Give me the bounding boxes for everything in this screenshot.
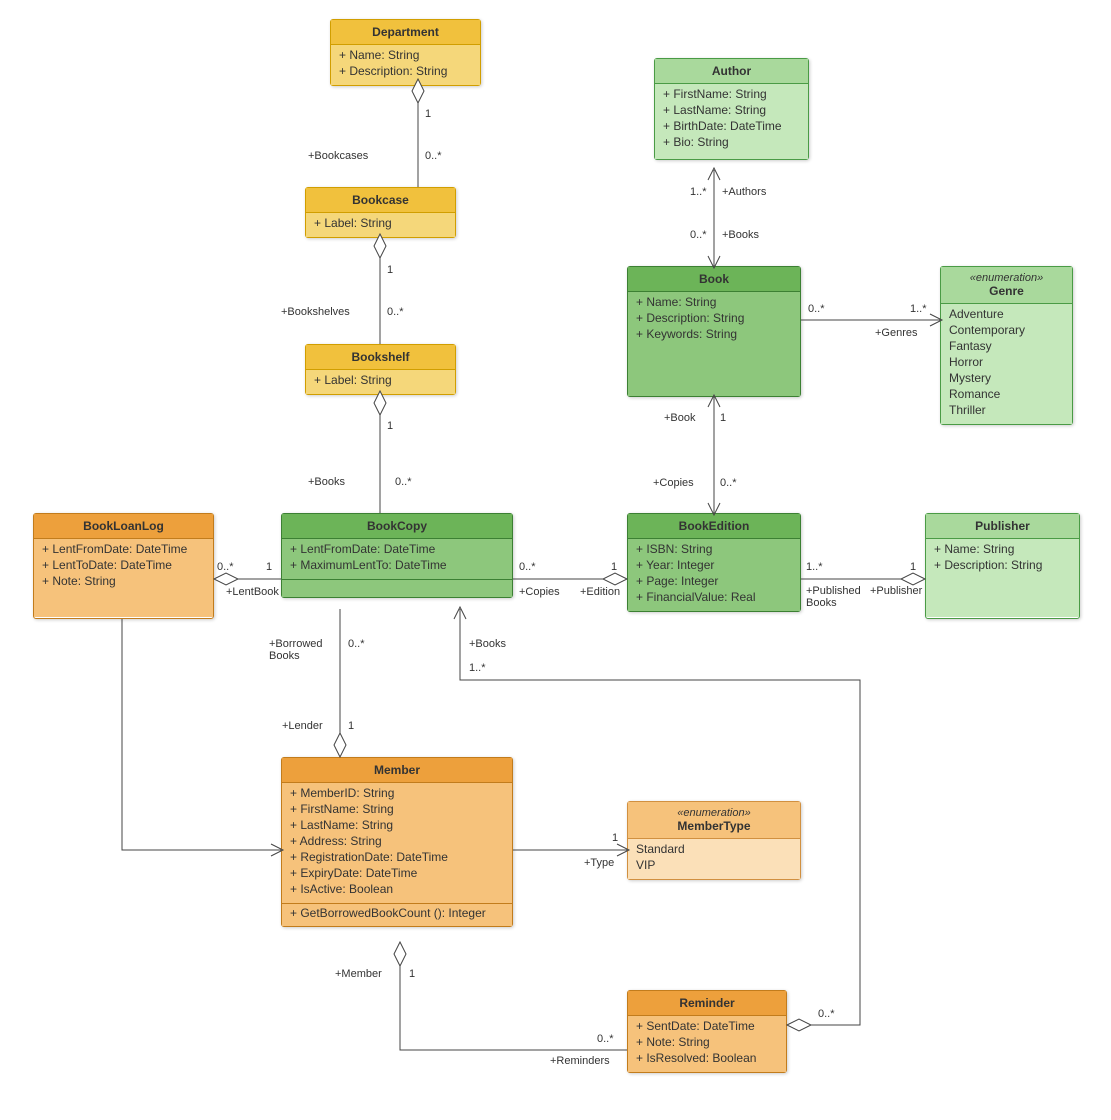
class-title: BookEdition [628, 514, 800, 539]
class-ops: + GetBorrowedBookCount (): Integer [282, 903, 512, 926]
role: +Books [308, 476, 345, 488]
mult: 0..* [818, 1008, 835, 1020]
role: +Reminders [550, 1055, 610, 1067]
class-body: + SentDate: DateTime + Note: String + Is… [628, 1016, 786, 1072]
class-book: Book + Name: String + Description: Strin… [627, 266, 801, 397]
mult: 0..* [597, 1033, 614, 1045]
mult: 0..* [720, 477, 737, 489]
mult: 1..* [469, 662, 486, 674]
role: +Borrowed Books [269, 638, 323, 662]
role: +Publisher [870, 585, 922, 597]
mult: 1..* [910, 303, 927, 315]
mult: 0..* [808, 303, 825, 315]
class-ops [282, 579, 512, 597]
role: +Bookshelves [281, 306, 350, 318]
class-title: Book [628, 267, 800, 292]
class-title: Author [655, 59, 808, 84]
class-body: + FirstName: String + LastName: String +… [655, 84, 808, 159]
class-body: + Label: String [306, 213, 455, 237]
role: +Bookcases [308, 150, 368, 162]
role: +Genres [875, 327, 918, 339]
class-bookcase: Bookcase + Label: String [305, 187, 456, 238]
mult: 1 [720, 412, 726, 424]
class-bookloanlog: BookLoanLog + LentFromDate: DateTime + L… [33, 513, 214, 619]
mult: 1 [409, 968, 415, 980]
class-member: Member + MemberID: String + FirstName: S… [281, 757, 513, 927]
class-publisher: Publisher + Name: String + Description: … [925, 513, 1080, 619]
mult: 0..* [348, 638, 365, 650]
role: +Books [722, 229, 759, 241]
mult: 0..* [395, 476, 412, 488]
class-author: Author + FirstName: String + LastName: S… [654, 58, 809, 160]
role: +Copies [519, 586, 560, 598]
class-membertype: «enumeration»MemberType Standard VIP [627, 801, 801, 880]
mult: 1 [387, 420, 393, 432]
class-title: Bookshelf [306, 345, 455, 370]
mult: 1 [387, 264, 393, 276]
class-body: + Name: String + Description: String + K… [628, 292, 800, 396]
role: +Lender [282, 720, 323, 732]
class-title: Reminder [628, 991, 786, 1016]
class-body: + MemberID: String + FirstName: String +… [282, 783, 512, 903]
class-bookshelf: Bookshelf + Label: String [305, 344, 456, 395]
class-title: Member [282, 758, 512, 783]
mult: 1 [910, 561, 916, 573]
role: +Member [335, 968, 382, 980]
mult: 0..* [690, 229, 707, 241]
class-body: + LentFromDate: DateTime + LentToDate: D… [34, 539, 213, 617]
class-title: BookLoanLog [34, 514, 213, 539]
class-body: + ISBN: String + Year: Integer + Page: I… [628, 539, 800, 611]
class-title: BookCopy [282, 514, 512, 539]
role: +LentBook [226, 586, 279, 598]
mult: 1 [348, 720, 354, 732]
class-title: Publisher [926, 514, 1079, 539]
role: +Edition [580, 586, 620, 598]
class-department: Department + Name: String + Description:… [330, 19, 481, 86]
mult: 1..* [806, 561, 823, 573]
role: +Books [469, 638, 506, 650]
mult: 0..* [425, 150, 442, 162]
class-body: Standard VIP [628, 839, 800, 879]
mult: 1 [611, 561, 617, 573]
class-title: Bookcase [306, 188, 455, 213]
role: +Book [664, 412, 696, 424]
class-title: Department [331, 20, 480, 45]
mult: 0..* [217, 561, 234, 573]
class-title: «enumeration»Genre [941, 267, 1072, 304]
role: +Type [584, 857, 614, 869]
mult: 0..* [519, 561, 536, 573]
role: +Copies [653, 477, 694, 489]
class-genre: «enumeration»Genre Adventure Contemporar… [940, 266, 1073, 425]
mult: 1 [612, 832, 618, 844]
class-bookedition: BookEdition + ISBN: String + Year: Integ… [627, 513, 801, 612]
class-body: + LentFromDate: DateTime + MaximumLentTo… [282, 539, 512, 579]
class-title: «enumeration»MemberType [628, 802, 800, 839]
class-body: Adventure Contemporary Fantasy Horror My… [941, 304, 1072, 424]
mult: 1 [266, 561, 272, 573]
class-body: + Name: String + Description: String [331, 45, 480, 85]
role: +Published Books [806, 585, 861, 609]
class-reminder: Reminder + SentDate: DateTime + Note: St… [627, 990, 787, 1073]
mult: 1..* [690, 186, 707, 198]
class-bookcopy: BookCopy + LentFromDate: DateTime + Maxi… [281, 513, 513, 598]
mult: 0..* [387, 306, 404, 318]
role: +Authors [722, 186, 766, 198]
mult: 1 [425, 108, 431, 120]
class-body: + Label: String [306, 370, 455, 394]
class-body: + Name: String + Description: String [926, 539, 1079, 617]
